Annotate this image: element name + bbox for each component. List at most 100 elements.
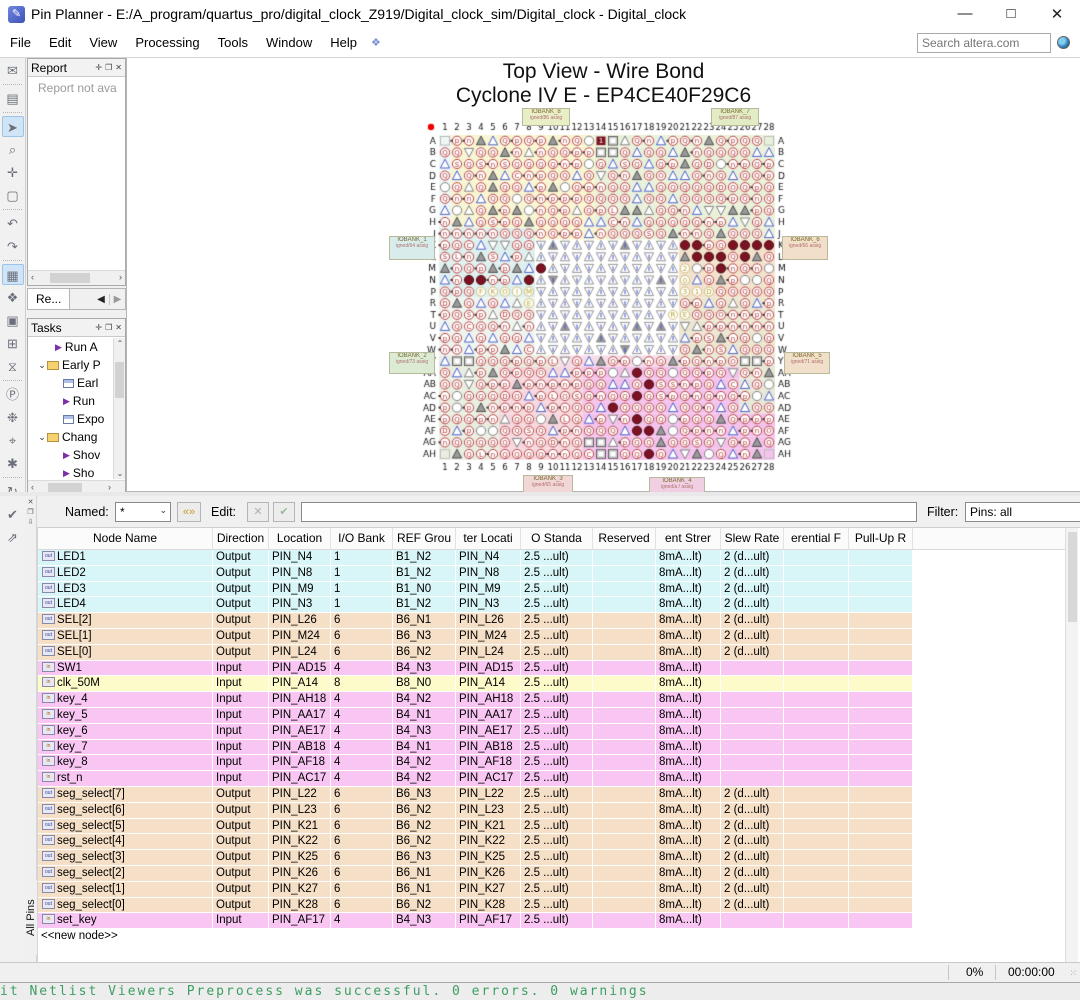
task-item-run[interactable]: ▶Run bbox=[29, 392, 113, 410]
table-row-seg-select-3-[interactable]: outseg_select[3]OutputPIN_K256B6_N3PIN_K… bbox=[38, 850, 913, 866]
tab-all-pins[interactable]: All Pins bbox=[25, 880, 37, 955]
table-row-key-4[interactable]: inkey_4InputPIN_AH184B4_N2PIN_AH182.5 ..… bbox=[38, 692, 913, 708]
table-row-led4[interactable]: outLED4OutputPIN_N31B1_N2PIN_N32.5 ...ul… bbox=[38, 597, 913, 613]
table-row-seg-select-0-[interactable]: outseg_select[0]OutputPIN_K286B6_N2PIN_K… bbox=[38, 898, 913, 914]
scroll-left-arrow[interactable]: ‹ bbox=[31, 482, 34, 492]
edit-accept-button[interactable]: ✔ bbox=[273, 502, 295, 522]
table-row-seg-select-7-[interactable]: outseg_select[7]OutputPIN_L226B6_N3PIN_L… bbox=[38, 787, 913, 803]
menu-view[interactable]: View bbox=[81, 31, 125, 54]
scroll-right-arrow[interactable]: › bbox=[119, 272, 122, 282]
timing-icon[interactable]: ⧖ bbox=[2, 356, 24, 377]
expand-wildcard-button[interactable]: «» bbox=[177, 502, 201, 522]
properties-icon[interactable]: Ⓟ bbox=[2, 384, 24, 405]
menu-tools[interactable]: Tools bbox=[210, 31, 256, 54]
run-check-icon[interactable]: ✔ bbox=[2, 504, 24, 525]
named-combo[interactable]: * ⌄ bbox=[115, 502, 171, 522]
column-header-ent-strer[interactable]: ent Strer bbox=[656, 528, 721, 549]
float-pane-icon[interactable]: ❐ bbox=[25, 508, 36, 516]
task-item-expo[interactable]: Expo bbox=[29, 410, 113, 428]
close-button[interactable]: ✕ bbox=[1034, 5, 1080, 23]
pin-panel-icon[interactable]: ✛ bbox=[95, 323, 102, 332]
tab-prev-button[interactable]: ◀ bbox=[93, 294, 109, 305]
table-row-set-key[interactable]: inset_keyInputPIN_AF174B4_N3PIN_AF172.5 … bbox=[38, 913, 913, 929]
table-row-led1[interactable]: outLED1OutputPIN_N41B1_N2PIN_N42.5 ...ul… bbox=[38, 550, 913, 566]
column-header-direction[interactable]: Direction bbox=[213, 528, 269, 549]
table-row-sel-1-[interactable]: outSEL[1]OutputPIN_M246B6_N3PIN_M242.5 .… bbox=[38, 629, 913, 645]
report-window-icon[interactable]: ▤ bbox=[2, 88, 24, 109]
table-row-sw1[interactable]: inSW1InputPIN_AD154B4_N3PIN_AD152.5 ...u… bbox=[38, 661, 913, 677]
scroll-right-arrow[interactable]: › bbox=[108, 482, 111, 492]
table-row-seg-select-6-[interactable]: outseg_select[6]OutputPIN_L236B6_N2PIN_L… bbox=[38, 803, 913, 819]
table-row-clk-50m[interactable]: inclk_50MInputPIN_A148B8_N0PIN_A142.5 ..… bbox=[38, 676, 913, 692]
menu-help[interactable]: Help bbox=[322, 31, 365, 54]
pin-finder-icon[interactable]: ⌖ bbox=[2, 430, 24, 451]
table-row-key-6[interactable]: inkey_6InputPIN_AE174B4_N3PIN_AE172.5 ..… bbox=[38, 724, 913, 740]
column-header-ref-grou[interactable]: REF Grou bbox=[393, 528, 456, 549]
package-pin-grid-canvas[interactable] bbox=[127, 58, 1080, 492]
tree-expander[interactable]: ⌄ bbox=[37, 360, 47, 371]
close-panel-icon[interactable]: ✕ bbox=[115, 63, 122, 72]
menu-processing[interactable]: Processing bbox=[127, 31, 207, 54]
table-row-key-7[interactable]: inkey_7InputPIN_AB184B4_N1PIN_AB182.5 ..… bbox=[38, 740, 913, 756]
column-header-slew-rate[interactable]: Slew Rate bbox=[721, 528, 784, 549]
table-row-led2[interactable]: outLED2OutputPIN_N81B1_N2PIN_N82.5 ...ul… bbox=[38, 566, 913, 582]
menu-edit[interactable]: Edit bbox=[41, 31, 79, 54]
export-icon[interactable]: ⇗ bbox=[2, 527, 24, 548]
table-row-led3[interactable]: outLED3OutputPIN_M91B1_N0PIN_M92.5 ...ul… bbox=[38, 582, 913, 598]
column-header-pull-up-r[interactable]: Pull-Up R bbox=[849, 528, 913, 549]
task-item-shov[interactable]: ▶Shov bbox=[29, 446, 113, 464]
tab-next-button[interactable]: ▶ bbox=[109, 294, 125, 305]
select-tool-icon[interactable]: ➤ bbox=[2, 116, 24, 137]
table-row-sel-2-[interactable]: outSEL[2]OutputPIN_L266B6_N1PIN_L262.5 .… bbox=[38, 613, 913, 629]
report-tab[interactable]: Re... bbox=[28, 289, 70, 309]
undo-icon[interactable]: ↶ bbox=[2, 213, 24, 234]
pin-migration-icon[interactable]: ❖ bbox=[2, 287, 24, 308]
globe-icon[interactable] bbox=[1057, 36, 1070, 49]
redo-icon[interactable]: ↷ bbox=[2, 236, 24, 257]
back-annotate-icon[interactable]: ❉ bbox=[2, 407, 24, 428]
feedback-menu-icon[interactable]: ❖ bbox=[371, 36, 381, 49]
scroll-thumb[interactable] bbox=[1068, 532, 1077, 622]
edit-cancel-button[interactable]: ✕ bbox=[247, 502, 269, 522]
table-row-seg-select-1-[interactable]: outseg_select[1]OutputPIN_K276B6_N1PIN_K… bbox=[38, 882, 913, 898]
scroll-down-arrow[interactable]: ⌄ bbox=[115, 469, 125, 478]
task-item-earl[interactable]: Earl bbox=[29, 374, 113, 392]
pad-view-icon[interactable]: ⊞ bbox=[2, 333, 24, 354]
maximize-button[interactable]: □ bbox=[988, 5, 1034, 23]
scroll-thumb[interactable] bbox=[50, 273, 90, 283]
tasks-vscrollbar[interactable]: ⌃ ⌄ bbox=[113, 338, 125, 479]
task-item-run-a[interactable]: ▶Run A bbox=[29, 338, 113, 356]
float-panel-icon[interactable]: ❐ bbox=[105, 63, 112, 72]
pin-panel-icon[interactable]: ✛ bbox=[95, 63, 102, 72]
pin-planner-icon[interactable]: ▦ bbox=[2, 264, 24, 285]
rubber-band-icon[interactable]: ▢ bbox=[2, 185, 24, 206]
filter-combo[interactable]: Pins: all ▾ bbox=[965, 502, 1080, 522]
edit-input[interactable] bbox=[301, 502, 917, 522]
column-header-i-o-bank[interactable]: I/O Bank bbox=[331, 528, 393, 549]
new-node-row[interactable]: <<new node>> bbox=[38, 929, 913, 945]
task-item-chang[interactable]: ⌄Chang bbox=[29, 428, 113, 446]
table-row-seg-select-2-[interactable]: outseg_select[2]OutputPIN_K266B6_N1PIN_K… bbox=[38, 866, 913, 882]
task-item-early-p[interactable]: ⌄Early P bbox=[29, 356, 113, 374]
table-row-key-8[interactable]: inkey_8InputPIN_AF184B4_N2PIN_AF182.5 ..… bbox=[38, 755, 913, 771]
column-header-o-standa[interactable]: O Standa bbox=[521, 528, 593, 549]
close-panel-icon[interactable]: ✕ bbox=[115, 323, 122, 332]
tree-expander[interactable]: ⌄ bbox=[37, 432, 47, 443]
show-windows-icon[interactable]: ▣ bbox=[2, 310, 24, 331]
scroll-up-arrow[interactable]: ⌃ bbox=[115, 339, 125, 348]
new-node-cell[interactable]: <<new node>> bbox=[38, 929, 213, 945]
table-vscrollbar[interactable] bbox=[1065, 528, 1078, 962]
find-icon[interactable]: ✱ bbox=[2, 453, 24, 474]
table-row-key-5[interactable]: inkey_5InputPIN_AA174B4_N1PIN_AA172.5 ..… bbox=[38, 708, 913, 724]
minimize-button[interactable]: — bbox=[942, 5, 988, 23]
table-row-sel-0-[interactable]: outSEL[0]OutputPIN_L246B6_N2PIN_L242.5 .… bbox=[38, 645, 913, 661]
pin-pane-icon[interactable]: ⇩ bbox=[25, 518, 36, 526]
resize-grip[interactable]: ⁙ bbox=[1069, 968, 1078, 979]
pan-tool-icon[interactable]: ✛ bbox=[2, 162, 24, 183]
close-pane-icon[interactable]: ✕ bbox=[25, 498, 36, 506]
table-row-seg-select-4-[interactable]: outseg_select[4]OutputPIN_K226B6_N2PIN_K… bbox=[38, 834, 913, 850]
table-row-rst-n[interactable]: inrst_nInputPIN_AC174B4_N2PIN_AC172.5 ..… bbox=[38, 771, 913, 787]
float-panel-icon[interactable]: ❐ bbox=[105, 323, 112, 332]
task-item-sho[interactable]: ▶Sho bbox=[29, 464, 113, 479]
column-header-erential-f[interactable]: erential F bbox=[784, 528, 849, 549]
